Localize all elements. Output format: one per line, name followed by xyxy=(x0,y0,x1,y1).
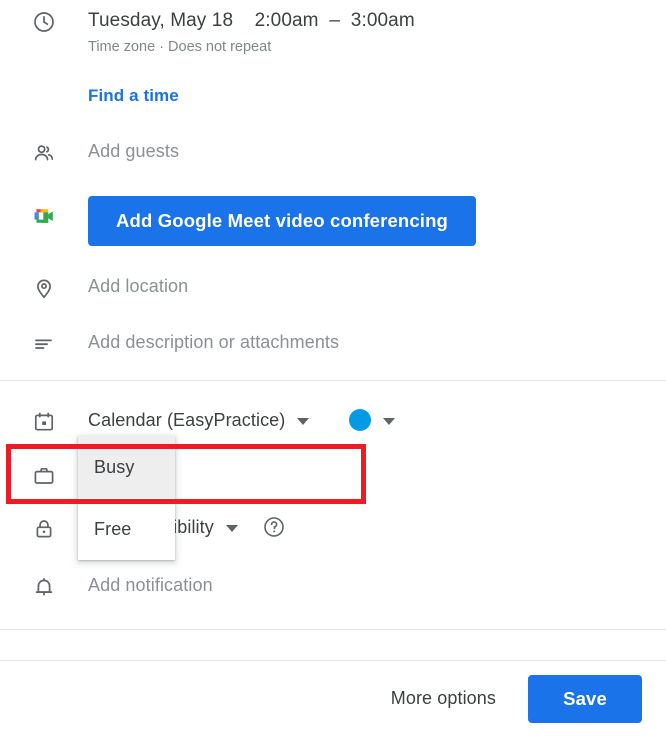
chevron-down-icon xyxy=(225,524,238,532)
google-meet-icon xyxy=(32,204,56,228)
datetime-field: Tuesday, May 18 2:00am – 3:00am Time zon… xyxy=(88,8,666,58)
event-editor-panel: Tuesday, May 18 2:00am – 3:00am Time zon… xyxy=(0,0,666,736)
chevron-down-icon xyxy=(297,417,310,425)
find-a-time-field: Find a time xyxy=(88,86,666,106)
location-row: Add location xyxy=(0,274,666,300)
event-datetime-text[interactable]: Tuesday, May 18 2:00am – 3:00am xyxy=(88,8,654,34)
datetime-gutter xyxy=(0,8,88,34)
event-color-swatch xyxy=(349,409,372,431)
notification-row: Add notification xyxy=(0,573,666,599)
calendar-gutter xyxy=(0,408,88,434)
calendar-icon xyxy=(32,410,56,434)
people-icon xyxy=(32,141,56,165)
calendar-select-value: Calendar (EasyPractice) xyxy=(88,410,286,430)
clock-icon xyxy=(32,10,56,34)
save-button[interactable]: Save xyxy=(528,674,642,723)
chevron-down-icon xyxy=(383,417,396,425)
visibility-gutter xyxy=(0,515,88,541)
find-a-time-link[interactable]: Find a time xyxy=(88,86,179,105)
availability-option-free[interactable]: Free xyxy=(78,498,175,560)
calendar-select[interactable]: Calendar (EasyPractice) xyxy=(88,408,310,432)
availability-option-busy[interactable]: Busy xyxy=(78,436,175,498)
timezone-repeat-text[interactable]: Time zone · Does not repeat xyxy=(88,36,654,58)
datetime-row: Tuesday, May 18 2:00am – 3:00am Time zon… xyxy=(0,8,666,58)
notification-field: Add notification xyxy=(88,573,666,597)
guests-field: Add guests xyxy=(88,139,666,163)
add-location-input[interactable]: Add location xyxy=(88,276,188,296)
help-circle-icon[interactable] xyxy=(262,515,286,539)
location-pin-icon xyxy=(32,276,56,300)
find-a-time-gutter xyxy=(0,86,88,88)
description-field: Add description or attachments xyxy=(88,330,666,354)
availability-dropdown-menu: Busy Free xyxy=(78,436,175,560)
conferencing-row: Add Google Meet video conferencing xyxy=(0,196,666,246)
conferencing-gutter xyxy=(0,196,88,228)
description-lines-icon xyxy=(32,332,56,356)
description-gutter xyxy=(0,330,88,356)
section-divider-top xyxy=(0,380,666,381)
availability-gutter xyxy=(0,462,88,488)
guests-gutter xyxy=(0,139,88,165)
section-divider-bottom xyxy=(0,629,666,630)
location-gutter xyxy=(0,274,88,300)
briefcase-icon xyxy=(32,464,56,488)
guests-row: Add guests xyxy=(0,139,666,165)
description-row: Add description or attachments xyxy=(0,330,666,356)
calendar-row: Calendar (EasyPractice) xyxy=(0,408,666,434)
find-a-time-row: Find a time xyxy=(0,86,666,106)
add-google-meet-button[interactable]: Add Google Meet video conferencing xyxy=(88,196,476,246)
location-field: Add location xyxy=(88,274,666,298)
add-notification-input[interactable]: Add notification xyxy=(88,575,213,595)
more-options-button[interactable]: More options xyxy=(385,678,502,719)
add-description-input[interactable]: Add description or attachments xyxy=(88,332,339,352)
lock-icon xyxy=(32,517,56,541)
footer-bar: More options Save xyxy=(0,661,666,736)
calendar-field: Calendar (EasyPractice) xyxy=(88,408,666,432)
conferencing-field: Add Google Meet video conferencing xyxy=(88,196,666,246)
bell-icon xyxy=(32,575,56,599)
event-color-select[interactable] xyxy=(349,409,396,431)
notification-gutter xyxy=(0,573,88,599)
add-guests-input[interactable]: Add guests xyxy=(88,141,179,161)
